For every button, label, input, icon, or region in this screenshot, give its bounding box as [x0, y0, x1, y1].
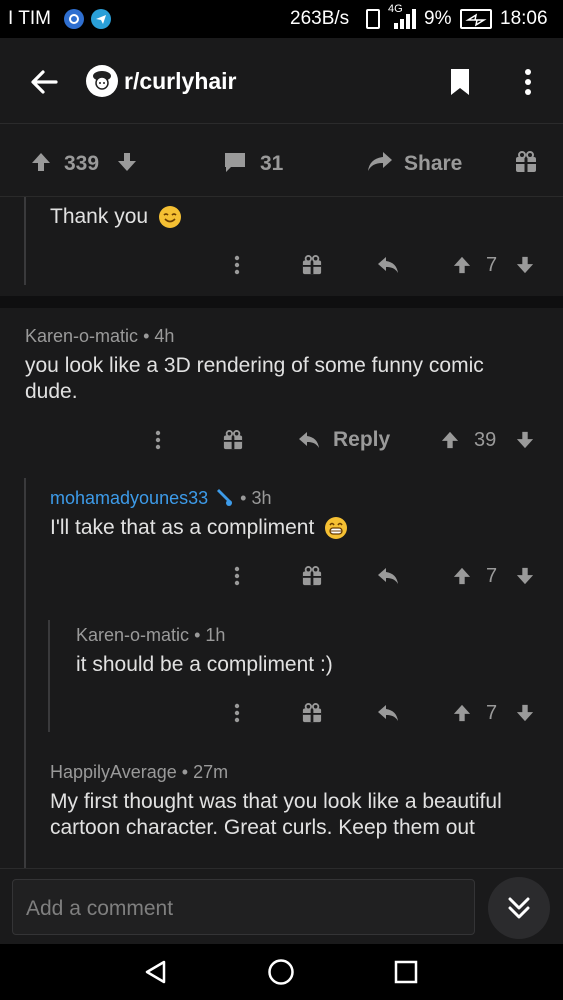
comment-age: 27m — [193, 762, 229, 782]
blushing-emoji-icon — [157, 204, 183, 230]
signal-icon — [390, 9, 418, 35]
comment-body: it should be a compliment :) — [76, 653, 333, 676]
carrier-label: I TIM — [8, 8, 51, 29]
back-arrow-icon[interactable] — [22, 60, 66, 104]
nav-recents-icon[interactable] — [392, 958, 420, 986]
meta-separator: • — [194, 625, 206, 645]
post-action-bar: 339 31 Share — [0, 125, 563, 197]
network-speed: 263B/s — [290, 8, 350, 29]
comment-count: 31 — [260, 152, 284, 175]
add-comment-field[interactable]: Add a comment — [12, 879, 475, 935]
award-gift-icon[interactable] — [222, 429, 244, 451]
comment-separator — [0, 296, 563, 308]
reply-arrow-icon[interactable] — [376, 565, 400, 587]
wrench-flair-icon — [213, 489, 235, 507]
post-vote-count: 339 — [64, 152, 100, 175]
comment-age: 4h — [154, 326, 175, 346]
comment-author[interactable]: HappilyAverage — [50, 762, 177, 782]
downvote-icon[interactable] — [515, 430, 535, 450]
comment-meta: mohamadyounes33 • 3h — [50, 488, 271, 509]
app-notification-icon — [64, 9, 84, 29]
comment: Thank you — [50, 204, 183, 230]
comment-actions: 7 — [0, 245, 563, 285]
comment-age: 1h — [205, 625, 226, 645]
overflow-menu-icon[interactable] — [514, 64, 542, 100]
comment-vote-count: 7 — [486, 565, 498, 587]
double-chevron-down-icon — [508, 897, 530, 919]
more-options-icon[interactable] — [229, 253, 245, 277]
award-gift-icon[interactable] — [301, 254, 323, 276]
add-comment-placeholder: Add a comment — [26, 897, 174, 920]
award-gift-icon[interactable] — [301, 702, 323, 724]
subreddit-avatar[interactable] — [86, 65, 118, 97]
downvote-icon[interactable] — [515, 703, 535, 723]
comment-vote-count: 7 — [486, 254, 498, 276]
thread-line — [24, 478, 26, 868]
comment-meta: HappilyAverage • 27m — [50, 762, 228, 783]
more-options-icon[interactable] — [229, 701, 245, 725]
share-button[interactable]: Share — [404, 152, 462, 176]
upvote-icon[interactable] — [452, 703, 472, 723]
reply-arrow-icon[interactable] — [376, 702, 400, 724]
comment: I'll take that as a compliment — [50, 515, 349, 541]
nav-back-icon[interactable] — [142, 958, 170, 986]
clock: 18:06 — [500, 8, 548, 29]
comment-vote-count: 39 — [474, 429, 497, 451]
comment-body: I'll take that as a compliment — [50, 516, 315, 539]
upvote-icon[interactable] — [30, 151, 52, 173]
reply-button[interactable]: Reply — [333, 428, 390, 452]
comment-composer-bar: Add a comment — [0, 868, 563, 944]
reply-arrow-icon[interactable] — [376, 254, 400, 276]
comment-age: 3h — [251, 488, 272, 508]
downvote-icon[interactable] — [515, 255, 535, 275]
comment-vote-count: 7 — [486, 702, 498, 724]
comment-meta: Karen-o-matic • 1h — [76, 625, 225, 646]
status-bar: I TIM 263B/s 4G 9% 18:06 — [0, 0, 563, 38]
subreddit-title[interactable]: r/curlyhair — [124, 68, 237, 95]
comment-bubble-icon[interactable] — [222, 150, 248, 174]
comment-actions: 7 — [0, 556, 563, 596]
meta-separator: • — [143, 326, 155, 346]
comment-body: Thank you — [50, 205, 149, 228]
comment-author[interactable]: Karen-o-matic — [25, 326, 138, 346]
comment-actions: 7 — [0, 693, 563, 733]
award-gift-icon[interactable] — [301, 565, 323, 587]
more-options-icon[interactable] — [229, 564, 245, 588]
upvote-icon[interactable] — [440, 430, 460, 450]
battery-percent: 9% — [424, 8, 452, 29]
downvote-icon[interactable] — [515, 566, 535, 586]
comment-author[interactable]: Karen-o-matic — [76, 625, 189, 645]
meta-separator: • — [240, 488, 252, 508]
more-options-icon[interactable] — [150, 428, 166, 452]
reply-arrow-icon[interactable] — [297, 429, 321, 451]
telegram-icon — [91, 9, 111, 29]
jump-to-next-button[interactable] — [488, 877, 550, 939]
comment-body: My first thought was that you look like … — [50, 790, 502, 839]
award-gift-icon[interactable] — [514, 150, 538, 174]
top-app-bar: r/curlyhair — [0, 38, 563, 124]
comment-meta: Karen-o-matic • 4h — [25, 326, 174, 347]
comment-author-op[interactable]: mohamadyounes33 — [50, 488, 208, 508]
battery-icon — [460, 9, 492, 29]
system-navigation-bar — [0, 944, 563, 1000]
upvote-icon[interactable] — [452, 255, 472, 275]
nav-home-icon[interactable] — [266, 957, 296, 987]
comment-body: you look like a 3D rendering of some fun… — [25, 354, 484, 403]
grinning-emoji-icon — [323, 515, 349, 541]
share-icon[interactable] — [366, 149, 394, 175]
bookmark-icon[interactable] — [444, 64, 476, 100]
comment-actions: Reply 39 — [0, 420, 563, 460]
upvote-icon[interactable] — [452, 566, 472, 586]
vibrate-icon — [366, 9, 380, 29]
downvote-icon[interactable] — [116, 151, 138, 173]
meta-separator: • — [181, 762, 194, 782]
